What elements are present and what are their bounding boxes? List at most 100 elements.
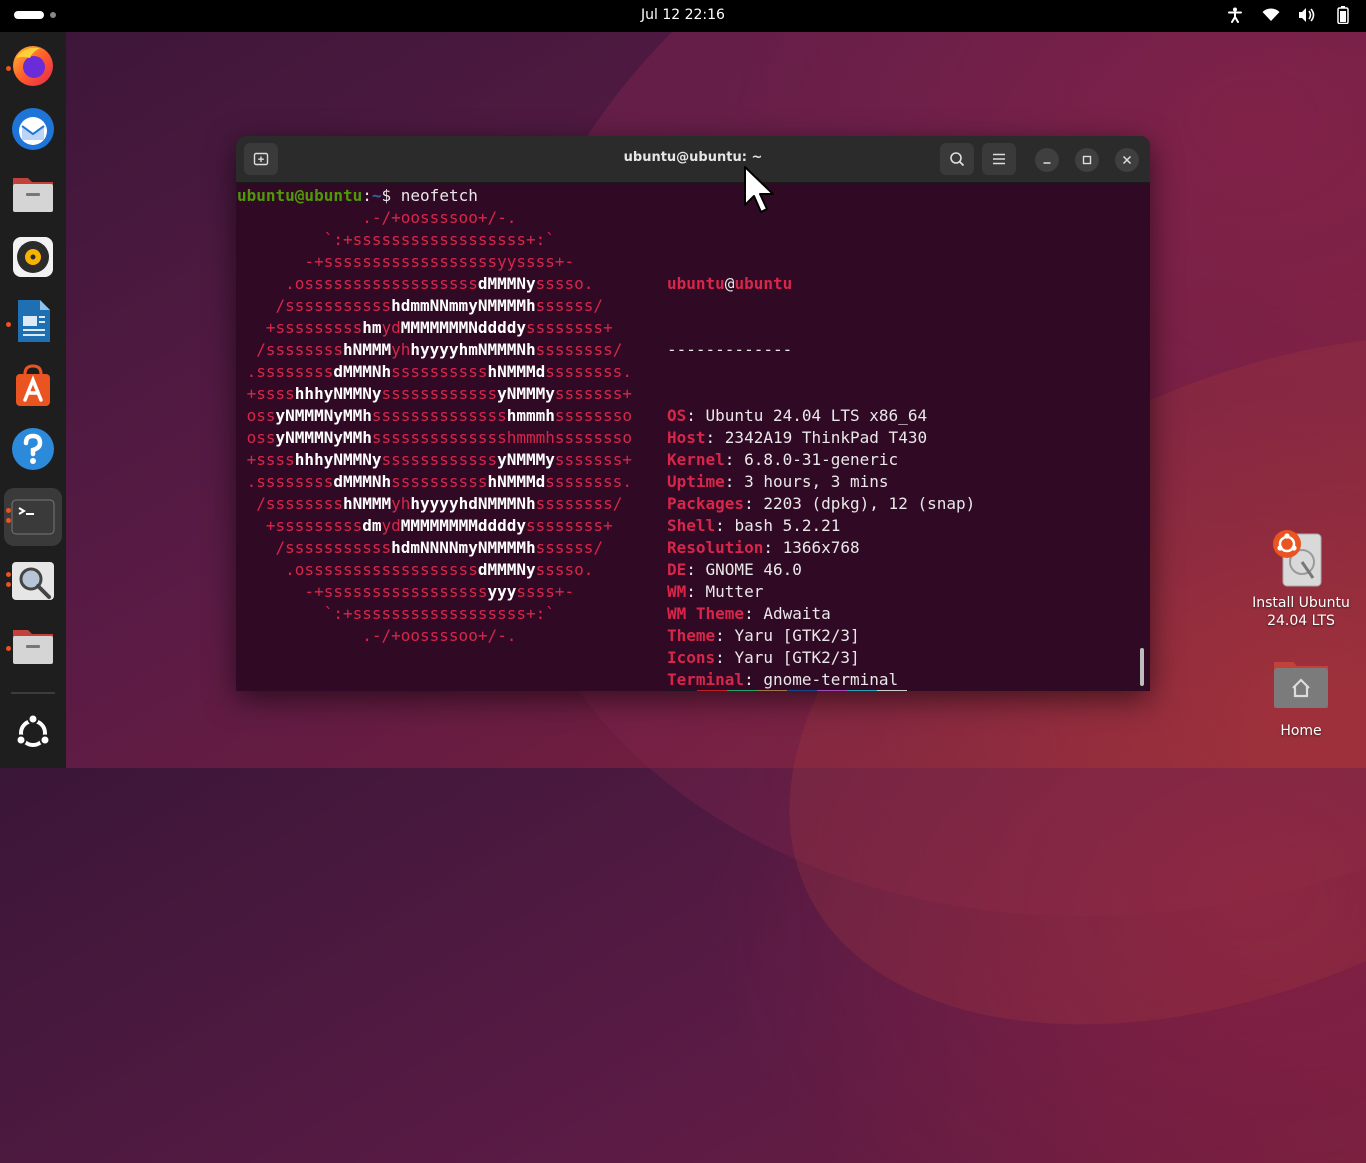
logo-line: +sssshhhyNMMNyssssssssssssyNMMMysssssss+ [237,383,632,405]
system-info: ubuntu@ubuntu ------------- OS: Ubuntu 2… [667,229,1110,689]
logo-segment: ssssssssssssss [371,406,507,425]
desktop-home[interactable]: Home [1256,656,1346,740]
running-indicator [6,572,11,577]
info-rule: ------------- [667,340,793,359]
logo-segment: MMMMMMMMddddy [400,516,526,535]
dock-separator [11,692,55,694]
logo-segment: yyy [487,582,517,601]
search-button[interactable] [940,143,974,175]
dock-rhythmbox[interactable] [4,228,62,286]
logo-segment: ssss+- [516,582,575,601]
volume-icon[interactable] [1298,6,1316,24]
info-row: Uptime: 3 hours, 3 mins [667,471,1110,493]
dock-show-apps[interactable] [4,704,62,762]
terminal-output[interactable]: ubuntu@ubuntu:~$ neofetch .-/+oossssoo+/… [237,183,1149,691]
terminal-window[interactable]: ubuntu@ubuntu: ~ ubuntu@ubuntu:~$ neofet… [236,136,1150,691]
minimize-button[interactable] [1035,148,1059,172]
info-header: ubuntu@ubuntu [667,273,1110,295]
home-folder-icon [1274,662,1328,708]
logo-line: .ossssssssssssssssssdMMMNysssso. [237,559,632,581]
logo-line: /ssssssssssshdmmNNmmyNMMMMhssssss/ [237,295,632,317]
terminal-scrollbar[interactable] [1140,648,1144,686]
close-button[interactable] [1115,148,1139,172]
palette-swatch-dark [847,690,877,691]
info-header-host: ubuntu [734,274,793,293]
dock-files-2[interactable] [4,616,62,674]
maximize-button[interactable] [1075,148,1099,172]
logo-line: /sssssssshNMMMyhhyyyyhmNMMMNhssssssss/ [237,339,632,361]
logo-segment: hyyyyhmNMMMNh [410,340,536,359]
palette-swatch-dark [697,690,727,691]
dock-terminal[interactable] [4,488,62,546]
logo-segment: +ssss [237,384,295,403]
info-value: 3 hours, 3 mins [744,472,889,491]
dock-writer[interactable] [4,292,62,350]
home-label: Home [1280,723,1322,739]
logo-segment: hdmmNNmmyNMMMMh [391,296,536,315]
dock-firefox[interactable] [4,36,62,94]
dock-app-center[interactable] [4,356,62,414]
logo-segment: sssssss+ [554,384,632,403]
ubuntu-logo-icon [15,713,51,747]
palette-swatch-dark [787,690,817,691]
terminal-icon [11,499,55,535]
dock-files[interactable] [4,164,62,222]
clock-area: Jul 12 22:16 [0,7,1366,23]
info-key: WM Theme [667,604,745,623]
logo-segment: ssssssss+ [526,318,613,337]
menu-button[interactable] [982,143,1016,175]
logo-segment: `:+ssssssssssssssssss+:` [237,604,555,623]
logo-segment: oss [237,428,276,447]
logo-segment: yh [391,340,411,359]
dock-search-tool[interactable] [4,552,62,610]
logo-line: /ssssssssssshdmNNNNmyNMMMMhssssss/ [237,537,632,559]
running-indicator [6,322,11,327]
logo-segment: sssso. [535,274,594,293]
logo-line: .ossssssssssssssssssdMMMNysssso. [237,273,632,295]
info-row: Packages: 2203 (dpkg), 12 (snap) [667,493,1110,515]
logo-segment: .-/+oossssoo+/-. [237,626,517,645]
battery-icon[interactable] [1334,6,1352,24]
logo-segment: dm [362,516,382,535]
logo-segment: hyyyyhdNMMMNh [410,494,536,513]
dock-thunderbird[interactable] [4,100,62,158]
logo-line: /sssssssshNMMMyhhyyyyhdNMMMNhssssssss/ [237,493,632,515]
running-indicator-2 [6,518,11,523]
install-ubuntu-label-2: 24.04 LTS [1267,613,1335,629]
running-indicator [6,508,11,513]
running-indicator [6,66,11,71]
info-row: Resolution: 1366x768 [667,537,1110,559]
palette-dark-row [667,690,907,691]
logo-line: +ssssssssshmydMMMMMMMNddddyssssssss+ [237,317,632,339]
prompt-path: ~ [371,186,382,205]
mouse-cursor-icon [744,166,774,213]
logo-segment: sssssss+ [554,450,632,469]
info-value: bash 5.2.21 [734,516,841,535]
logo-segment: MMMMMMMNddddy [400,318,526,337]
help-icon [12,428,54,470]
accessibility-icon[interactable] [1226,6,1244,24]
logo-segment: .ossssssssssssssssss [237,274,478,293]
terminal-headerbar[interactable]: ubuntu@ubuntu: ~ [236,136,1150,183]
desktop-install-ubuntu[interactable]: Install Ubuntu 24.04 LTS [1246,528,1356,630]
wifi-icon[interactable] [1262,6,1280,24]
logo-segment: yNMMMy [497,450,555,469]
logo-segment: -+ssssssssssssssssssyyssss+- [237,252,575,271]
info-value: Ubuntu 24.04 LTS x86_64 [705,406,928,425]
dock-help[interactable] [4,420,62,478]
clock[interactable]: Jul 12 22:16 [641,7,725,23]
logo-line: +sssshhhyNMMNyssssssssssssyNMMMysssssss+ [237,449,632,471]
system-tray[interactable] [1226,6,1352,24]
logo-segment: ssssss/ [535,296,604,315]
info-colon: : [715,516,735,535]
info-value: Adwaita [763,604,831,623]
magnifier-icon [12,562,54,600]
info-rows: OS: Ubuntu 24.04 LTS x86_64 Host: 2342A19… [667,405,1110,689]
info-colon: : [744,604,764,623]
logo-segment: ssssssssss [391,362,488,381]
info-colon: : [715,626,735,645]
logo-segment: yd [381,318,401,337]
info-key: Resolution [667,538,764,557]
info-key: Theme [667,626,716,645]
logo-segment: /ssssssss [237,494,343,513]
